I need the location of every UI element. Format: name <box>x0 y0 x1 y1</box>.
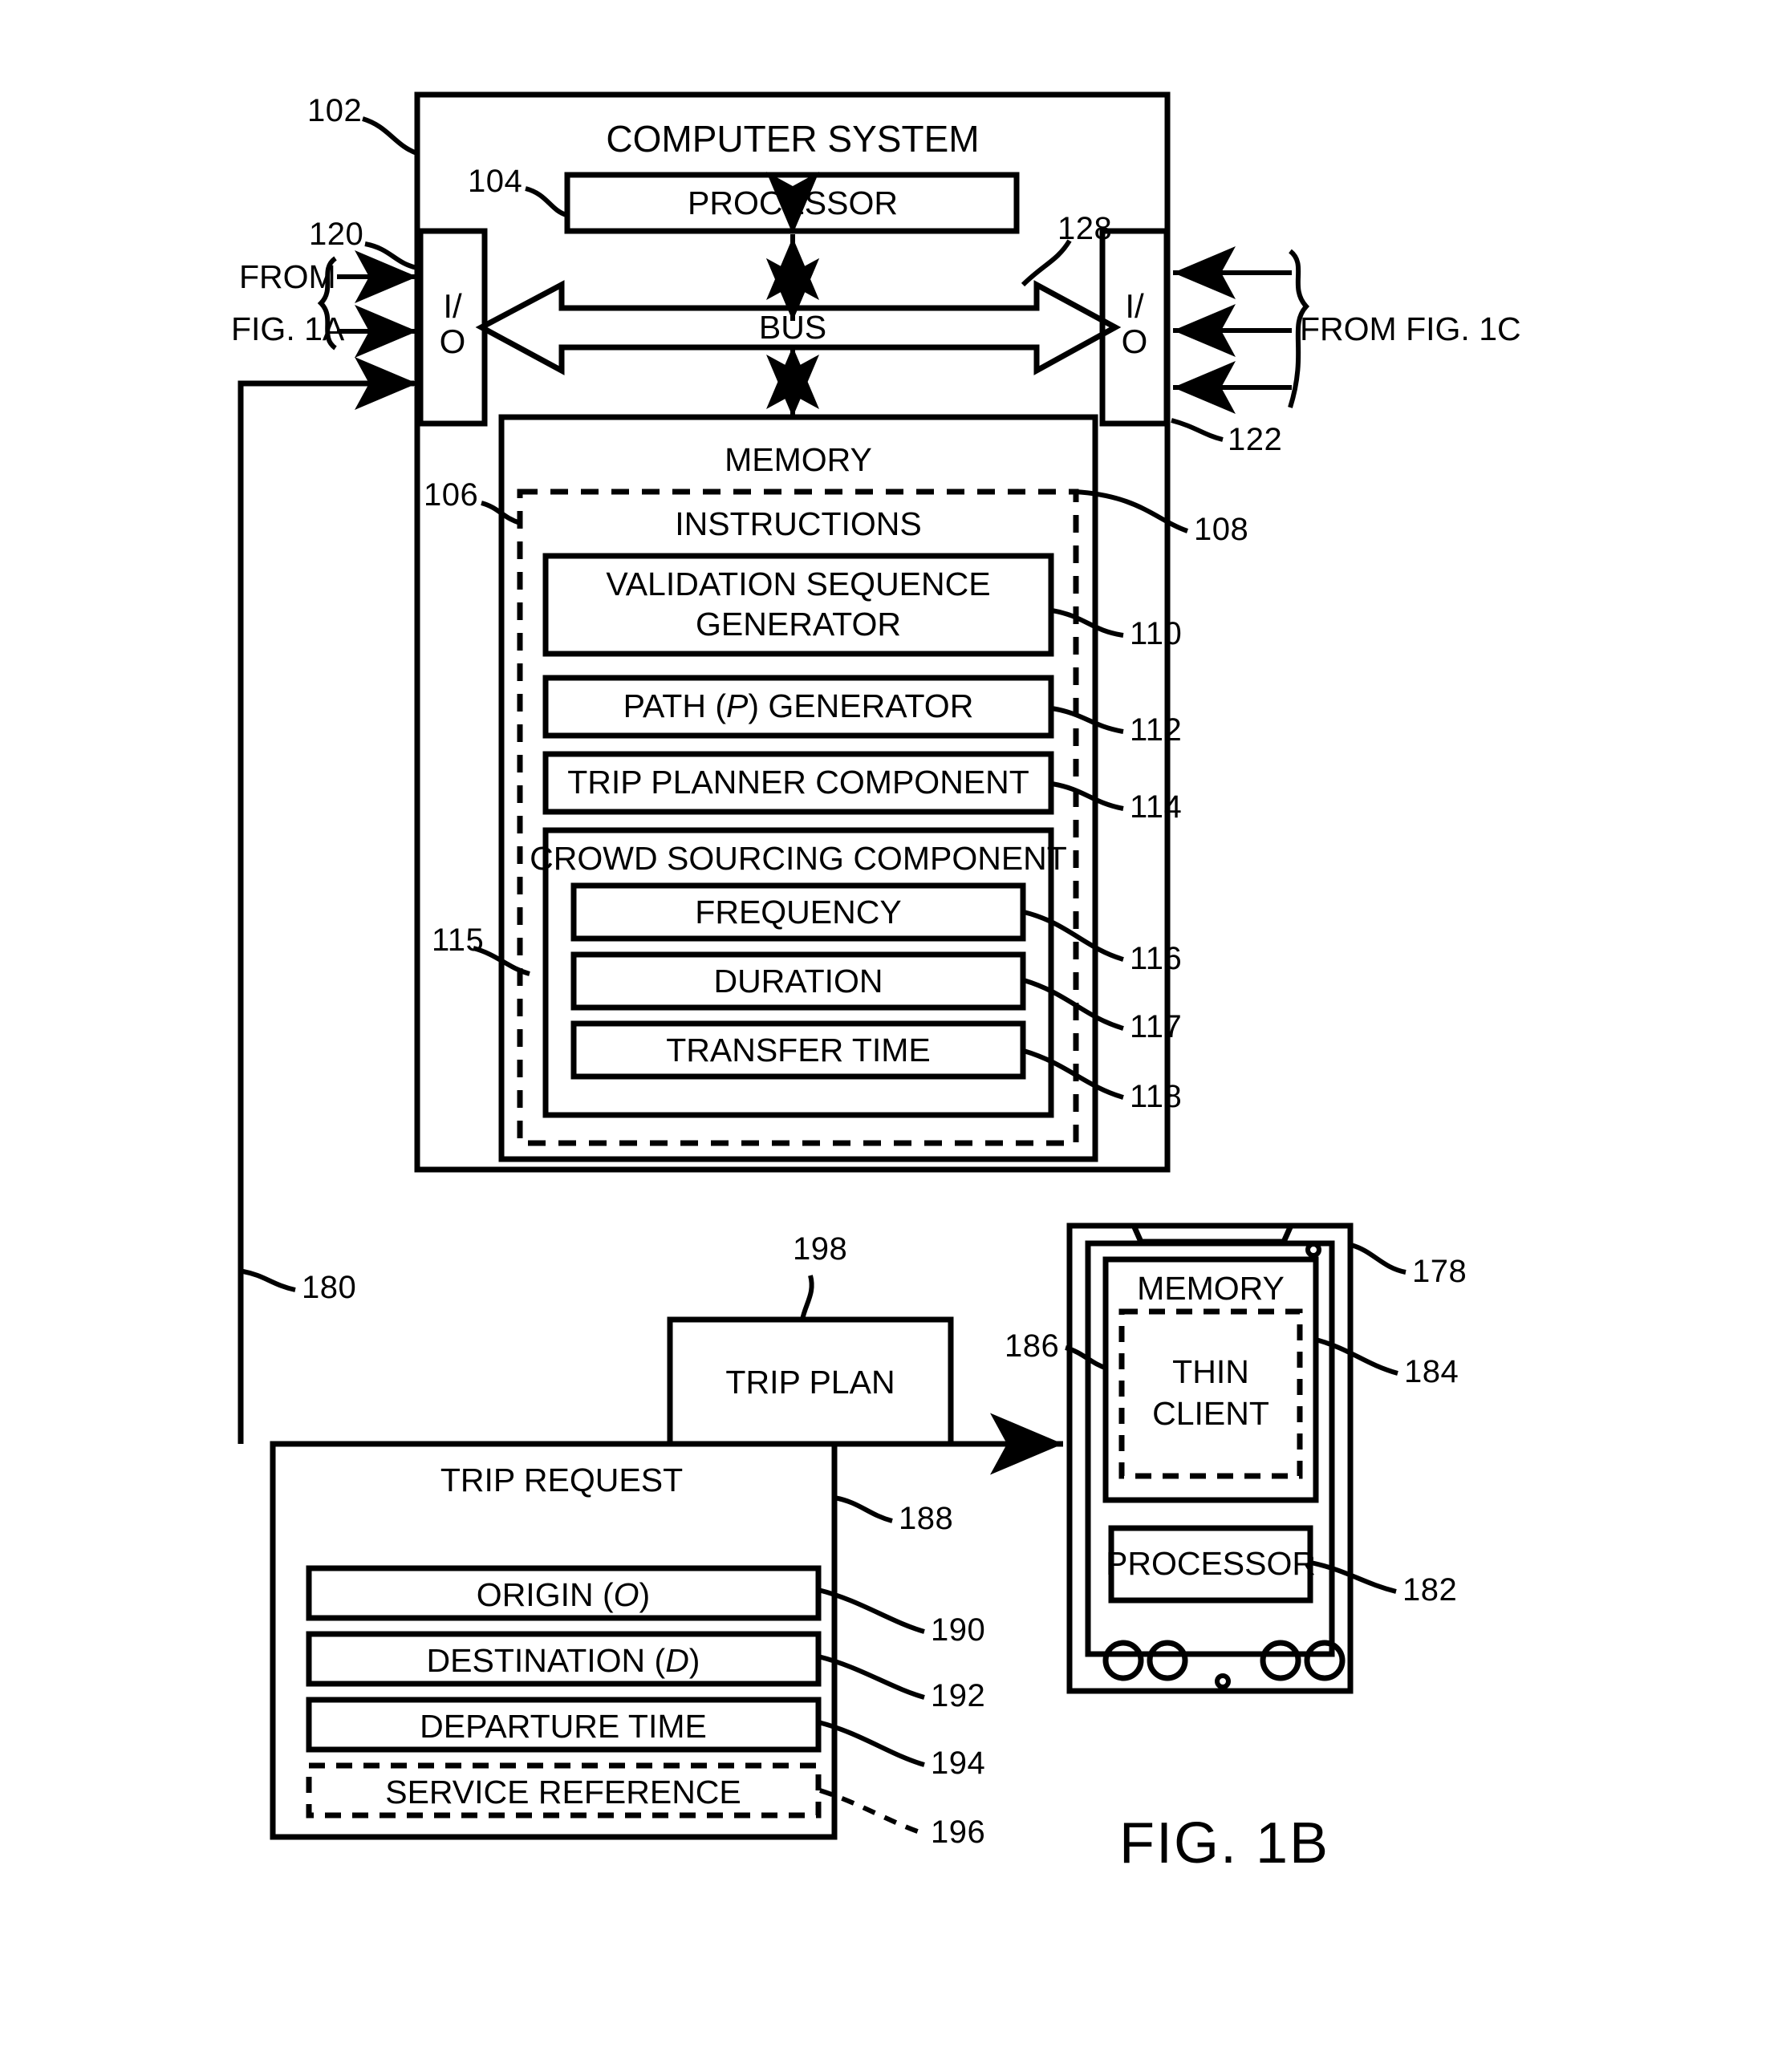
ref-102: 102 <box>307 93 363 128</box>
path-generator-pre: PATH ( <box>623 687 726 724</box>
origin-pre: ORIGIN ( <box>476 1576 614 1613</box>
ref-110: 110 <box>1130 616 1183 651</box>
io-right-label: I/ O <box>1102 287 1167 361</box>
from-fig1a-line2: FIG. 1A <box>231 310 345 347</box>
destination-pre: DESTINATION ( <box>426 1642 666 1679</box>
path-generator-symbol: P <box>725 687 749 724</box>
figure-label: FIG. 1B <box>1119 1811 1330 1875</box>
bus-label: BUS <box>758 309 827 346</box>
instructions-title: INSTRUCTIONS <box>675 505 922 542</box>
trip-planner-component-label: TRIP PLANNER COMPONENT <box>567 764 1029 801</box>
ref-190: 190 <box>931 1612 986 1648</box>
computer-system-title: COMPUTER SYSTEM <box>606 118 980 160</box>
ref-117: 117 <box>1130 1009 1183 1044</box>
ref-122: 122 <box>1228 422 1283 457</box>
from-fig1c-label: FROM FIG. 1C <box>1300 310 1521 347</box>
ref-198: 198 <box>793 1231 848 1267</box>
leader-182 <box>1310 1560 1397 1594</box>
ref-106: 106 <box>424 477 479 513</box>
validation-sequence-generator-line2: GENERATOR <box>696 606 901 643</box>
ref-115: 115 <box>432 922 485 958</box>
io-right-line1: I/ <box>1125 287 1144 325</box>
validation-sequence-generator-line1: VALIDATION SEQUENCE <box>606 566 991 602</box>
trip-request-title: TRIP REQUEST <box>440 1462 684 1498</box>
service-reference-label: SERVICE REFERENCE <box>385 1774 741 1810</box>
io-left-line1: I/ <box>443 287 462 325</box>
leader-118 <box>1023 1048 1124 1100</box>
duration-label: DURATION <box>713 963 883 1000</box>
patent-figure-1b: COMPUTER SYSTEM PROCESSOR BUS I/ O I/ O … <box>0 0 1782 2072</box>
processor-label: PROCESSOR <box>688 184 898 221</box>
io-left-line2: O <box>439 322 466 361</box>
leader-180 <box>242 1269 296 1292</box>
leader-120 <box>364 241 418 270</box>
origin-symbol: O <box>613 1576 639 1613</box>
ref-120: 120 <box>309 217 364 252</box>
ref-184: 184 <box>1404 1354 1459 1389</box>
device-button-1 <box>1102 1640 1144 1681</box>
front-camera-icon <box>1305 1242 1321 1258</box>
origin-post: ) <box>639 1576 651 1613</box>
destination-symbol: D <box>665 1642 689 1679</box>
leader-104 <box>525 186 568 217</box>
ref-194: 194 <box>931 1746 986 1781</box>
ref-196: 196 <box>931 1815 986 1850</box>
device-mic-icon <box>1215 1673 1231 1689</box>
trip-plan-label: TRIP PLAN <box>725 1364 895 1401</box>
leader-198 <box>800 1275 814 1320</box>
leader-108 <box>1074 489 1188 533</box>
leader-102 <box>362 116 420 156</box>
leader-188 <box>834 1495 893 1523</box>
leader-122 <box>1171 418 1224 442</box>
origin-label: ORIGIN (O) <box>477 1579 650 1612</box>
speaker-slot <box>1131 1226 1293 1245</box>
ref-188: 188 <box>899 1501 954 1536</box>
ref-116: 116 <box>1130 941 1183 976</box>
ref-128: 128 <box>1057 211 1113 246</box>
path-generator-post: ) GENERATOR <box>748 687 974 724</box>
device-memory-title: MEMORY <box>1137 1270 1285 1307</box>
crowd-sourcing-component-title: CROWD SOURCING COMPONENT <box>530 840 1067 877</box>
ref-118: 118 <box>1130 1079 1183 1114</box>
leader-178 <box>1350 1243 1407 1275</box>
frequency-label: FREQUENCY <box>695 894 902 931</box>
ref-178: 178 <box>1412 1254 1467 1289</box>
departure-time-label: DEPARTURE TIME <box>420 1708 707 1745</box>
ref-192: 192 <box>931 1678 986 1713</box>
ref-182: 182 <box>1402 1572 1458 1608</box>
ref-104: 104 <box>468 164 523 199</box>
destination-post: ) <box>688 1642 700 1679</box>
leader-114 <box>1051 781 1124 811</box>
memory-title: MEMORY <box>725 441 872 478</box>
device-button-2 <box>1147 1640 1188 1681</box>
ref-108: 108 <box>1194 512 1249 547</box>
destination-label: DESTINATION (D) <box>427 1644 700 1677</box>
thin-client-box <box>1118 1308 1303 1479</box>
device-button-4 <box>1304 1640 1346 1681</box>
transfer-time-label: TRANSFER TIME <box>666 1032 931 1068</box>
leader-112 <box>1051 706 1124 734</box>
leader-110 <box>1051 608 1124 638</box>
thin-client-line1: THIN <box>1172 1353 1249 1390</box>
device-button-3 <box>1260 1640 1301 1681</box>
ref-186: 186 <box>1005 1328 1060 1364</box>
ref-112: 112 <box>1130 712 1183 748</box>
io-right-line2: O <box>1121 322 1148 361</box>
leader-128 <box>1021 239 1072 287</box>
io-left-label: I/ O <box>420 287 485 361</box>
leader-184 <box>1315 1337 1398 1376</box>
ref-114: 114 <box>1130 789 1183 825</box>
from-fig1a-line1: FROM <box>239 258 336 295</box>
path-generator-label: PATH (P) GENERATOR <box>623 690 974 723</box>
thin-client-line2: CLIENT <box>1152 1395 1269 1432</box>
device-processor-label: PROCESSOR <box>1106 1545 1316 1582</box>
ref-180: 180 <box>302 1270 357 1305</box>
